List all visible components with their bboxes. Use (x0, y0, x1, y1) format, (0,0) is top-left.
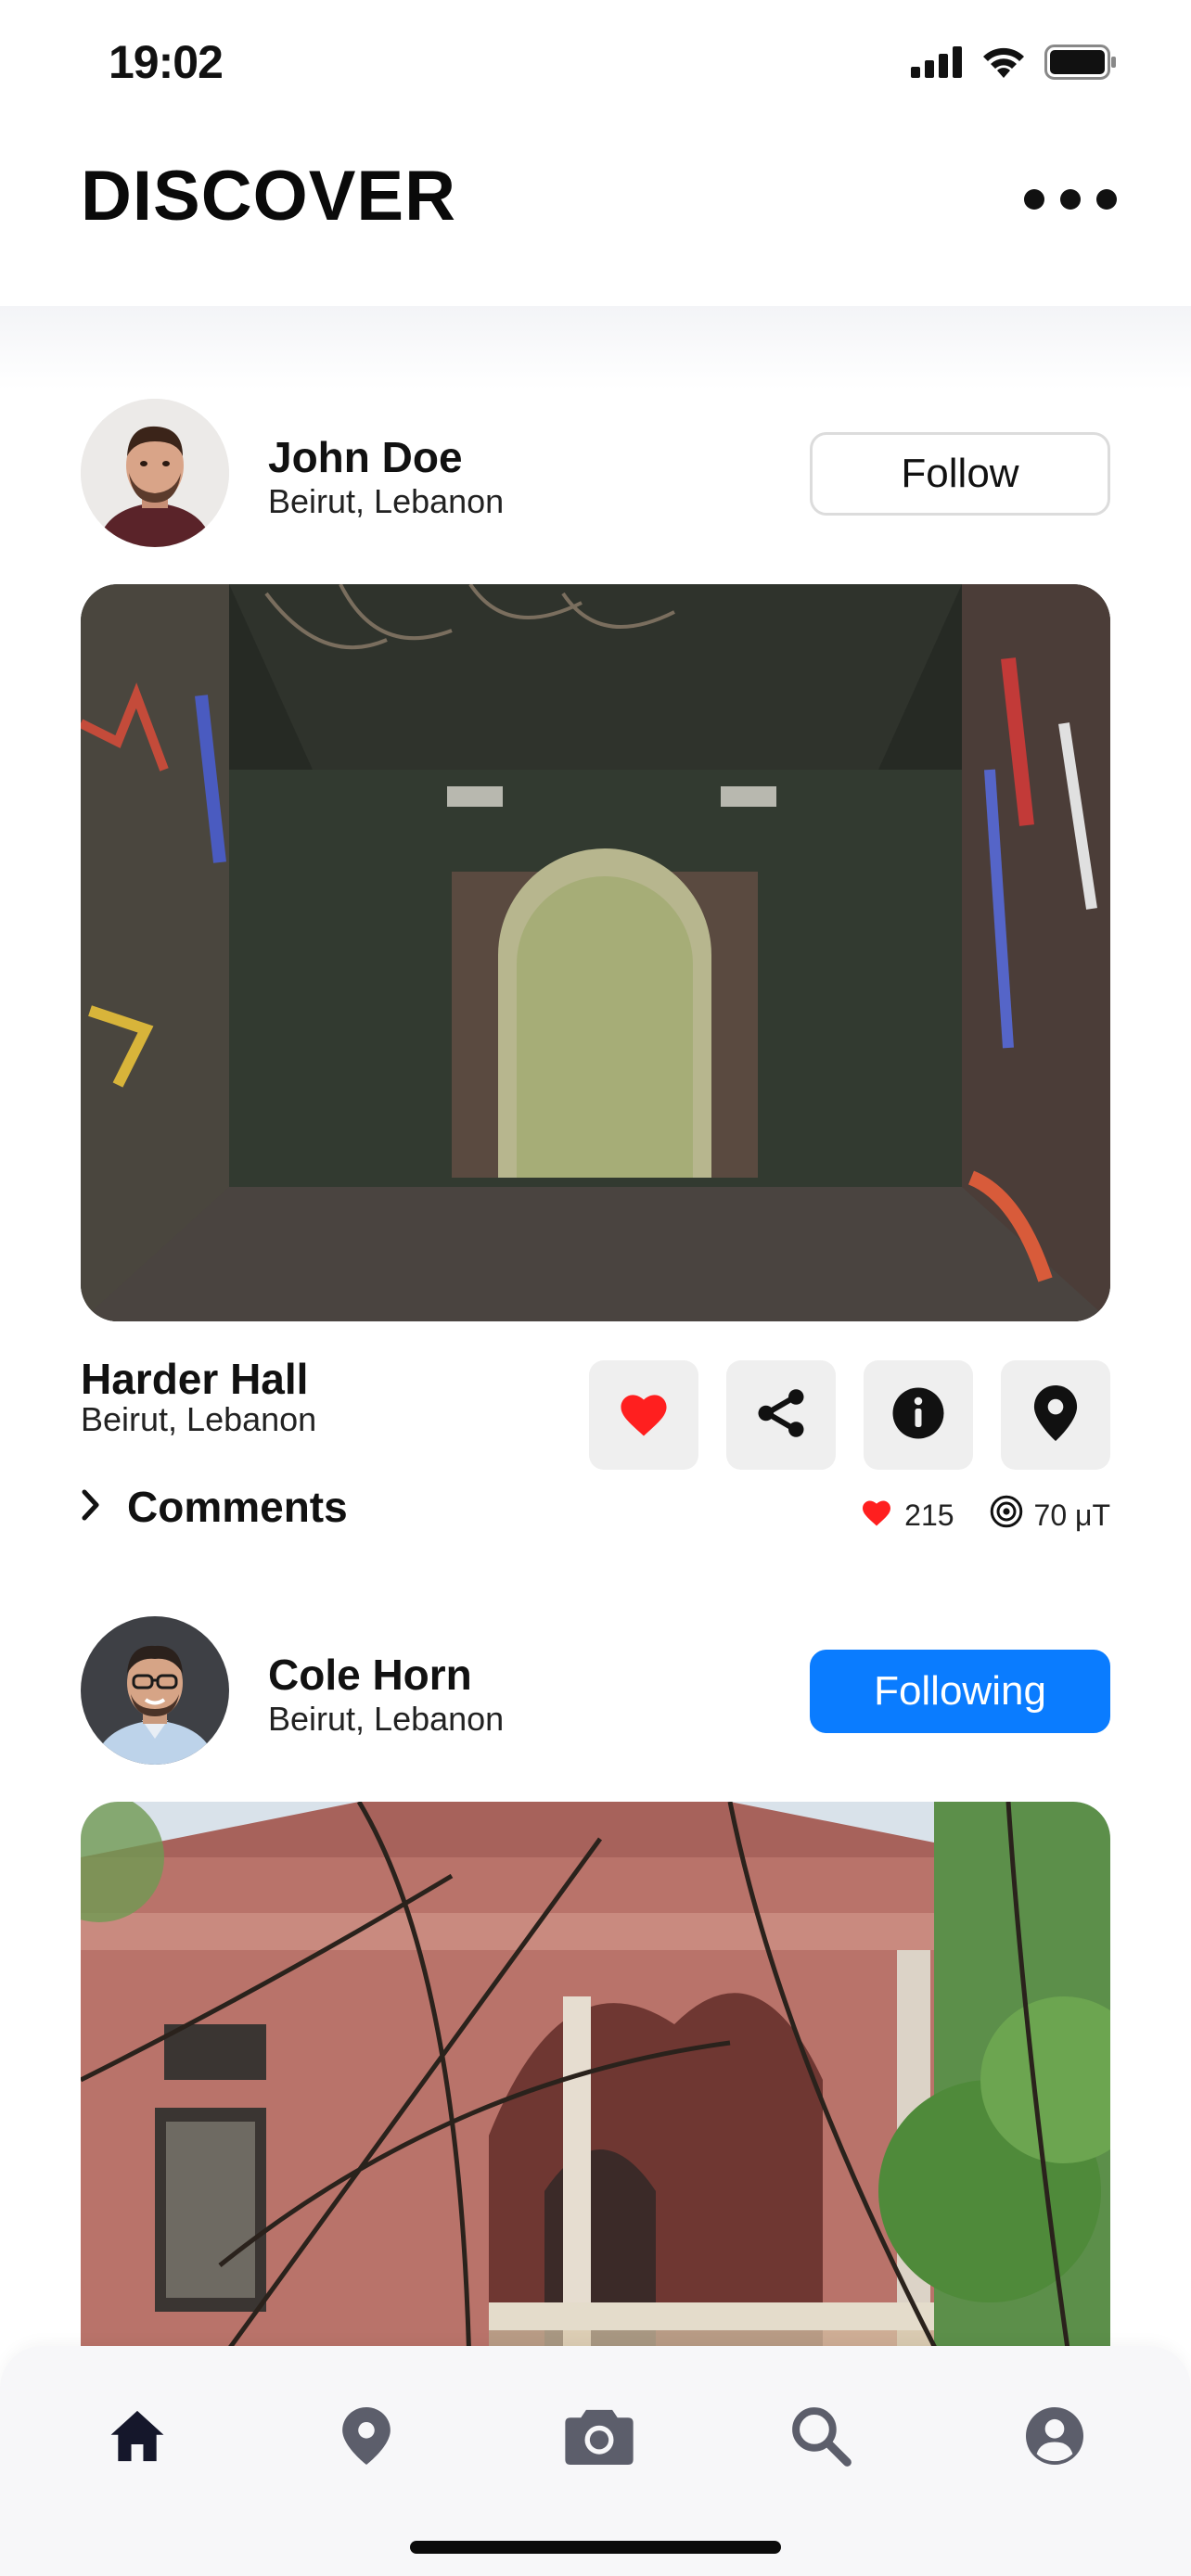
chevron-right-icon (81, 1489, 101, 1525)
status-bar: 19:02 (0, 0, 1191, 130)
feed[interactable]: John Doe Beirut, Lebanon Follow Harder H… (0, 306, 1191, 2346)
post-header: Cole Horn Beirut, Lebanon Following (81, 1616, 1110, 1765)
heart-icon (860, 1497, 893, 1535)
post-image[interactable] (81, 1802, 1110, 2346)
comments-label: Comments (127, 1483, 348, 1531)
status-icons (911, 45, 1117, 84)
nav-map[interactable] (325, 2396, 408, 2480)
page-title: DISCOVER (81, 157, 456, 236)
share-icon (753, 1385, 809, 1446)
account-icon (1026, 2406, 1083, 2469)
home-icon (109, 2408, 166, 2468)
author-name[interactable]: John Doe (268, 432, 463, 482)
battery-icon (1044, 45, 1117, 84)
home-indicator[interactable] (410, 2541, 781, 2554)
share-button[interactable] (726, 1360, 836, 1470)
status-time: 19:02 (109, 36, 224, 88)
nav-home[interactable] (96, 2396, 179, 2480)
author-location: Beirut, Lebanon (268, 482, 505, 520)
place-location: Beirut, Lebanon (81, 1400, 317, 1438)
map-location-button[interactable] (1001, 1360, 1110, 1470)
wifi-icon (980, 45, 1028, 84)
likes-stat: 215 (860, 1497, 954, 1535)
app-header: DISCOVER (0, 130, 1191, 306)
more-dot-icon (1096, 189, 1117, 210)
place-name[interactable]: Harder Hall (81, 1354, 308, 1404)
author-name[interactable]: Cole Horn (268, 1650, 472, 1700)
author-location: Beirut, Lebanon (268, 1700, 505, 1738)
nav-search[interactable] (779, 2396, 863, 2480)
more-dot-icon (1060, 189, 1081, 210)
post-actions (589, 1360, 1110, 1470)
more-dot-icon (1024, 189, 1044, 210)
post-stats: 215 70 μT (860, 1495, 1110, 1536)
following-button[interactable]: Following (810, 1650, 1110, 1733)
avatar[interactable] (81, 399, 229, 547)
follow-button[interactable]: Follow (810, 432, 1110, 516)
comments-toggle[interactable]: Comments (81, 1482, 348, 1532)
info-button[interactable] (864, 1360, 973, 1470)
more-options-button[interactable] (1024, 181, 1117, 218)
info-icon (890, 1385, 946, 1446)
likes-count: 215 (904, 1498, 954, 1532)
signal-stat: 70 μT (990, 1495, 1110, 1536)
nav-camera[interactable] (557, 2396, 641, 2480)
nav-profile[interactable] (1013, 2396, 1096, 2480)
post-header: John Doe Beirut, Lebanon Follow (81, 399, 1110, 547)
location-pin-icon (1033, 1384, 1078, 1446)
search-icon (789, 2404, 852, 2472)
signal-value: 70 μT (1033, 1498, 1110, 1532)
heart-icon (616, 1388, 672, 1443)
location-pin-icon (342, 2406, 391, 2469)
bottom-navigation (0, 2346, 1191, 2576)
cellular-signal-icon (911, 46, 963, 83)
like-button[interactable] (589, 1360, 698, 1470)
camera-icon (565, 2407, 634, 2469)
signal-target-icon (990, 1495, 1023, 1536)
post-image[interactable] (81, 584, 1110, 1321)
avatar[interactable] (81, 1616, 229, 1765)
